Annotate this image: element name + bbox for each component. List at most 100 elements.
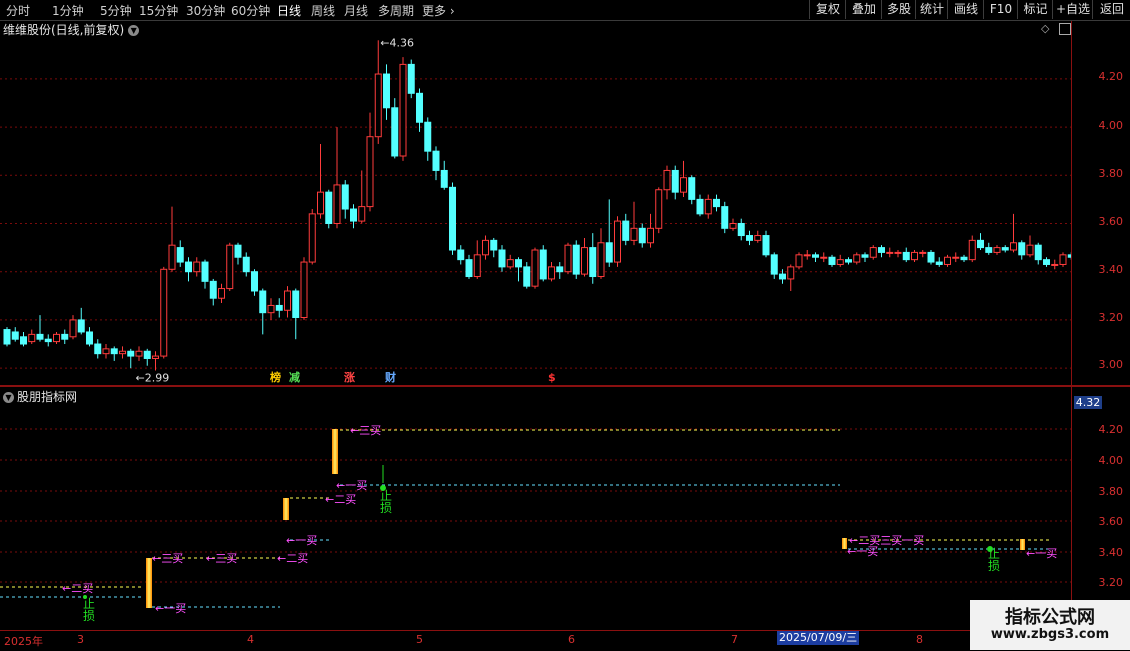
candle-down [432, 150, 440, 171]
candle-up [754, 235, 762, 241]
price-tick: 3.00 [1098, 358, 1124, 371]
draw-line-button[interactable]: 画线 [947, 0, 984, 19]
candle-up [968, 239, 976, 261]
candle-down [556, 266, 564, 273]
candle-down [721, 206, 729, 229]
candle-down [572, 244, 580, 275]
candle-down [185, 261, 192, 273]
candle-down [927, 251, 935, 263]
candle-down [828, 256, 836, 265]
ind-tick: 4.20 [1098, 423, 1124, 436]
mark-button[interactable]: 标记 [1017, 0, 1053, 19]
signal-bar [332, 429, 338, 474]
candle-up [473, 254, 481, 278]
candle-down [1043, 259, 1050, 265]
tab-30min[interactable]: 30分钟 [186, 2, 225, 19]
overlay-button[interactable]: 叠加 [845, 0, 882, 19]
time-label: 3 [77, 633, 84, 646]
tab-15min[interactable]: 15分钟 [139, 2, 178, 19]
candle-up [69, 319, 77, 338]
candle-up [911, 251, 918, 261]
tab-60min[interactable]: 60分钟 [231, 2, 270, 19]
candle-up [787, 266, 795, 280]
candle-down [671, 169, 679, 193]
ind-tick: 3.60 [1098, 515, 1124, 528]
indicator-axis: 4.20 4.00 3.80 3.60 3.40 3.20 [1071, 387, 1130, 630]
candle-up [193, 261, 201, 273]
candle-down [341, 184, 349, 210]
chevron-right-icon: › [446, 4, 455, 18]
candle-down [465, 259, 473, 278]
signal-bar [283, 498, 289, 520]
signal-bar [1020, 539, 1025, 550]
stats-button[interactable]: 统计 [915, 0, 948, 19]
restore-rights-button[interactable]: 复权 [809, 0, 846, 19]
candle-up [366, 136, 374, 208]
buy-label: ←一买 [286, 534, 318, 547]
candle-down [350, 208, 357, 222]
candle-down [960, 256, 968, 261]
multi-stock-button[interactable]: 多股 [881, 0, 916, 19]
candle-down [110, 348, 118, 355]
candle-up [267, 304, 275, 314]
back-button[interactable]: 返回 [1092, 0, 1130, 19]
candle-up [284, 290, 291, 311]
current-value-badge: 4.32 [1074, 396, 1102, 409]
candle-down [589, 247, 597, 278]
buy-label: ←二买 [277, 552, 309, 565]
candle-down [985, 247, 993, 253]
tab-intraday[interactable]: 分时 [6, 2, 30, 19]
candle-up [663, 169, 671, 191]
buy-label: ←二买 [325, 493, 357, 506]
candle-down [812, 254, 819, 258]
candle-up [135, 350, 143, 357]
candle-down [127, 350, 135, 357]
buy-label: ←三买 [206, 552, 238, 565]
candle-down [234, 244, 242, 258]
f10-button[interactable]: F10 [983, 0, 1018, 19]
candle-down [457, 249, 465, 261]
price-tick: 3.60 [1098, 215, 1124, 228]
candle-up [1026, 244, 1034, 256]
candle-down [688, 177, 696, 200]
event-marker: 减 [289, 370, 300, 384]
candle-up [993, 247, 1001, 253]
candle-up [531, 249, 539, 287]
price-tick: 3.20 [1098, 311, 1124, 324]
candle-up [53, 333, 60, 343]
candle-up [919, 251, 927, 254]
candle-down [605, 242, 613, 263]
candle-down [209, 280, 217, 299]
ind-tick: 3.20 [1098, 576, 1124, 589]
candle-down [746, 235, 753, 241]
candle-down [11, 331, 19, 340]
candle-down [143, 350, 151, 359]
tab-5min[interactable]: 5分钟 [100, 2, 132, 19]
candle-down [407, 63, 415, 94]
price-axis: 4.20 4.00 3.80 3.60 3.40 3.20 3.00 [1071, 21, 1130, 385]
tab-weekly[interactable]: 周线 [311, 2, 335, 19]
tab-monthly[interactable]: 月线 [344, 2, 368, 19]
tab-more[interactable]: 更多 › [422, 2, 455, 19]
candle-up [506, 259, 514, 268]
time-label: 7 [731, 633, 738, 646]
tab-more-label: 更多 [422, 4, 447, 18]
add-watchlist-button[interactable]: +自选 [1052, 0, 1093, 19]
candlestick-chart[interactable]: ←4.36 ←2.99 榜减 涨 财 $ [0, 21, 1071, 385]
candle-down [498, 249, 506, 268]
buy-label: ←三买 [350, 424, 382, 437]
candle-down [861, 254, 869, 258]
tab-multi-period[interactable]: 多周期 [378, 2, 414, 19]
tab-1min[interactable]: 1分钟 [52, 2, 84, 19]
indicator-chart[interactable] [0, 387, 1071, 630]
candle-down [878, 247, 885, 253]
tab-daily[interactable]: 日线 [277, 2, 301, 19]
event-marker: 财 [384, 370, 396, 384]
candle-up [168, 244, 176, 270]
candle-up [853, 254, 861, 263]
candle-up [704, 198, 712, 215]
candle-up [820, 256, 828, 259]
candle-up [358, 206, 366, 222]
candle-down [935, 261, 943, 265]
candle-up [894, 251, 902, 254]
